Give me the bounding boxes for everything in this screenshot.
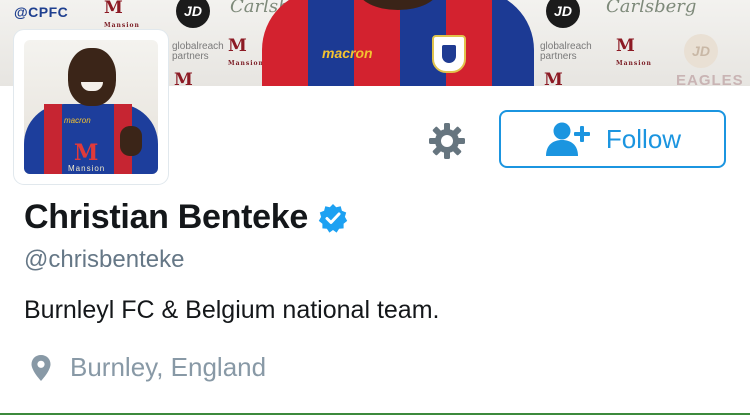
jd-logo: JD: [176, 0, 210, 28]
handle[interactable]: @chrisbenteke: [24, 246, 184, 274]
bio: Burnleyl FC & Belgium national team.: [24, 296, 440, 324]
mansion-logo: M Mansion: [104, 0, 140, 29]
jd-logo-2: JD: [546, 0, 580, 28]
avatar-sponsor-logo: M: [74, 140, 99, 166]
avatar-frame[interactable]: macron M Mansion: [14, 30, 168, 184]
club-crest: [432, 35, 466, 73]
eagles-text: EAGLES: [676, 72, 744, 86]
macron-logo: macron: [322, 45, 373, 61]
avatar-mansion-text: Mansion: [68, 164, 106, 173]
display-name[interactable]: Christian Benteke: [24, 198, 308, 237]
name-row: Christian Benteke: [24, 198, 348, 237]
settings-button[interactable]: [424, 118, 470, 164]
player-neck: [358, 0, 438, 10]
gear-icon: [429, 123, 465, 159]
mansion-logo-3: M: [174, 70, 193, 87]
location-row: Burnley, England: [30, 352, 266, 383]
player-shirt: macron: [262, 0, 534, 86]
avatar-head: [68, 48, 116, 106]
globalreach-logo-2: globalreach partners: [540, 41, 592, 62]
mansion-logo-2: M Mansion: [228, 36, 264, 68]
avatar-thumb: [120, 126, 142, 156]
mansion-logo-5: M Mansion: [616, 36, 652, 68]
carlsberg-logo-2: Carlsberg: [606, 0, 697, 17]
verified-badge-icon: [318, 203, 348, 233]
mansion-logo-6: M: [544, 70, 563, 87]
follow-label: Follow: [605, 123, 682, 154]
add-user-icon: [545, 122, 590, 156]
avatar-shirt-stripe: [44, 104, 62, 174]
avatar-macron-logo: macron: [64, 116, 91, 125]
location-text: Burnley, England: [70, 352, 267, 382]
club-tag: @CPFC: [14, 4, 69, 20]
map-pin-icon: [31, 354, 51, 381]
globalreach-logo: globalreach partners: [172, 41, 224, 62]
jd-logo-3: JD: [684, 34, 718, 68]
avatar[interactable]: macron M Mansion: [24, 40, 158, 174]
follow-button[interactable]: Follow: [499, 110, 726, 168]
